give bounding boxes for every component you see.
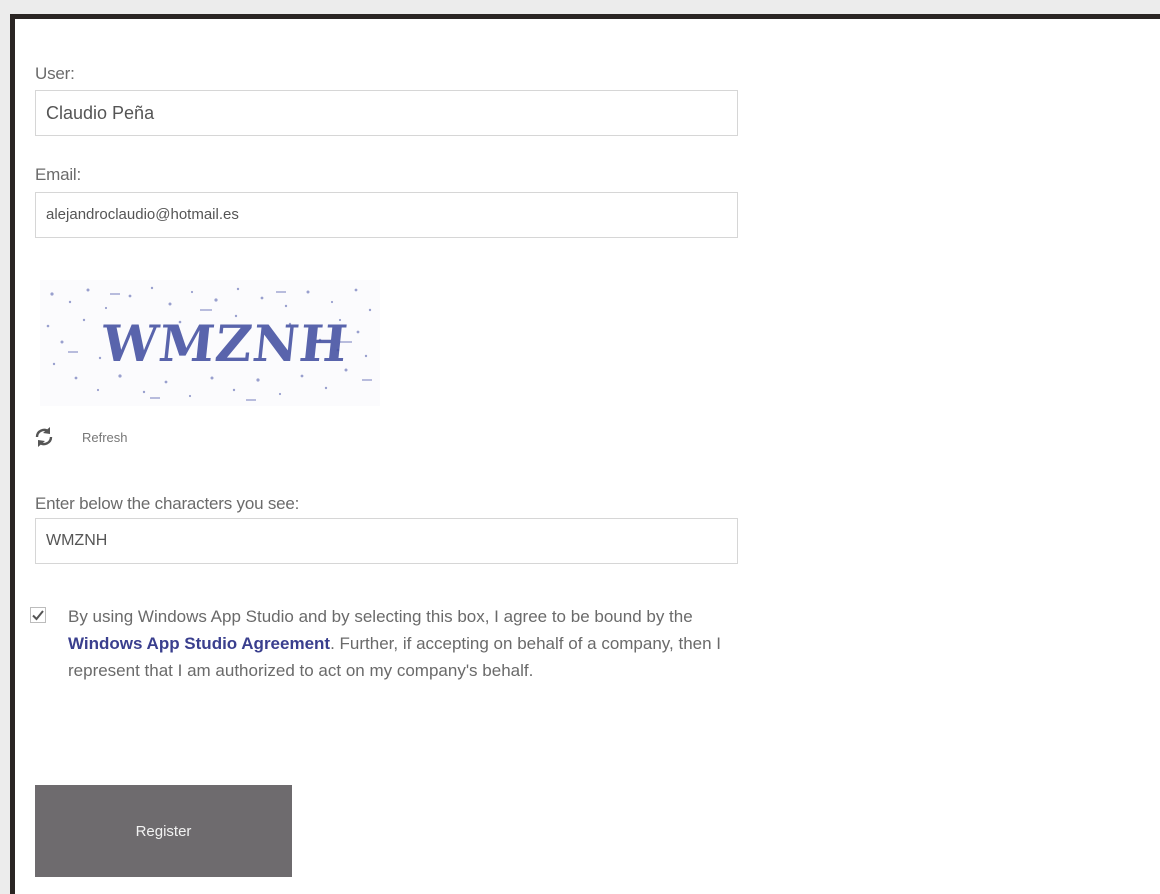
- checkbox-checked-icon: [30, 607, 46, 623]
- agreement-text-before: By using Windows App Studio and by selec…: [68, 607, 693, 626]
- captcha-image: WMZNH: [40, 280, 380, 406]
- captcha-text: WMZNH: [98, 314, 352, 373]
- refresh-label: Refresh: [82, 429, 128, 445]
- refresh-captcha-button[interactable]: Refresh: [32, 425, 128, 449]
- register-button[interactable]: Register: [35, 785, 292, 877]
- agreement-text: By using Windows App Studio and by selec…: [68, 603, 728, 684]
- agreement-row: By using Windows App Studio and by selec…: [30, 603, 728, 684]
- user-label: User:: [35, 64, 75, 83]
- refresh-icon: [35, 427, 53, 447]
- agreement-checkbox[interactable]: [30, 607, 46, 623]
- captcha-input[interactable]: WMZNH: [35, 518, 738, 564]
- registration-panel: [10, 14, 1160, 894]
- captcha-prompt: Enter below the characters you see:: [35, 494, 300, 513]
- email-field[interactable]: alejandroclaudio@hotmail.es: [35, 192, 738, 238]
- agreement-link[interactable]: Windows App Studio Agreement: [68, 634, 330, 653]
- user-field[interactable]: Claudio Peña: [35, 90, 738, 136]
- email-label: Email:: [35, 165, 82, 184]
